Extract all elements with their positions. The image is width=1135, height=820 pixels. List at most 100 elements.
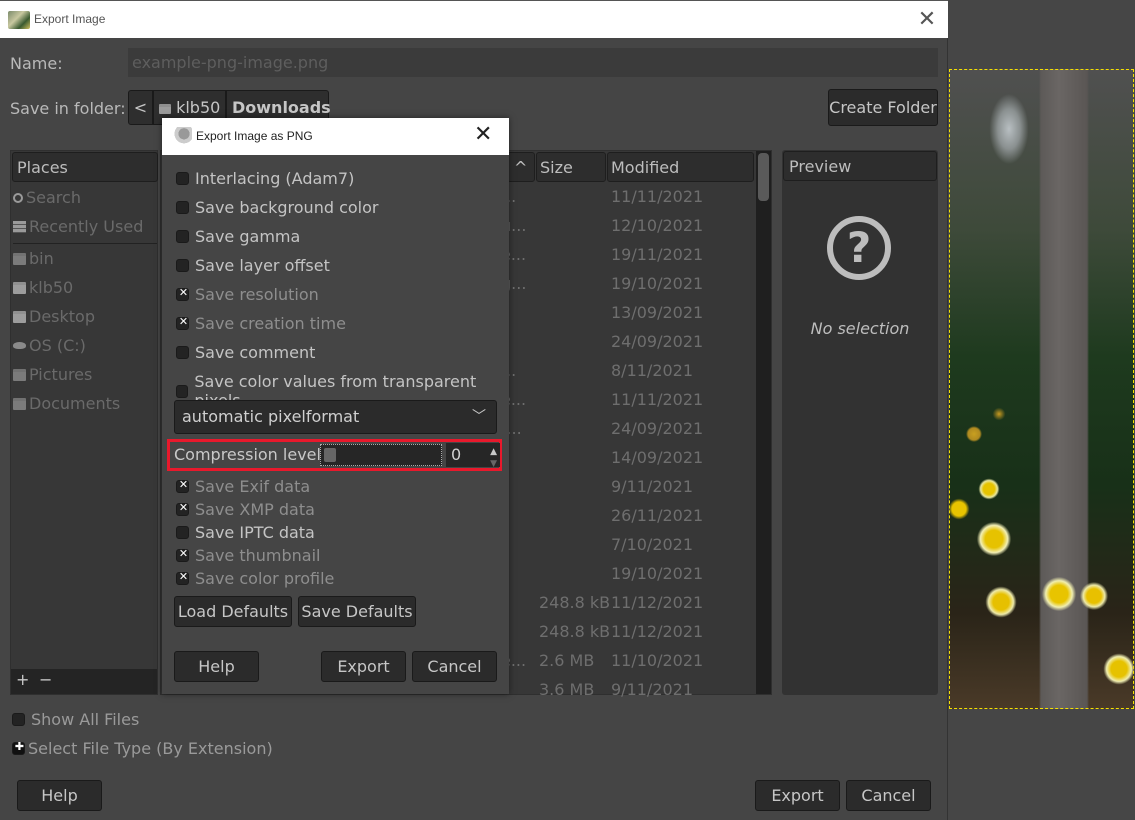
places-toolbar: + − <box>11 669 157 694</box>
path-segment-label: klb50 <box>176 98 221 117</box>
checkbox-icon <box>176 478 190 493</box>
folder-icon <box>13 368 26 381</box>
save-defaults-button[interactable]: Save Defaults <box>298 596 416 627</box>
file-size: 248.8 kB <box>539 593 611 612</box>
checkbox-label: Save creation time <box>195 314 346 333</box>
file-modified: 12/10/2021 <box>611 216 704 235</box>
chevron-left-icon: < <box>133 98 148 117</box>
scrollbar-thumb[interactable] <box>758 153 769 201</box>
place-recently-used[interactable]: Recently Used <box>13 217 143 236</box>
png-option-checkbox[interactable]: Save layer offset <box>176 256 330 275</box>
spinner-value: 0 <box>451 445 462 464</box>
file-modified: 7/10/2021 <box>611 535 694 554</box>
checkbox-label: Save comment <box>195 343 316 362</box>
png-option-checkbox[interactable]: Save background color <box>176 198 378 217</box>
sort-ascending-icon[interactable]: ^ <box>507 152 535 182</box>
select-file-type-expander[interactable]: Select File Type (By Extension) <box>12 739 273 758</box>
checkbox-icon <box>176 259 189 272</box>
create-folder-button[interactable]: Create Folder <box>828 89 938 126</box>
places-sidebar: Places Search Recently Used bin klb50 De… <box>10 150 158 695</box>
save-in-folder-label: Save in folder: <box>10 99 126 118</box>
place-documents[interactable]: Documents <box>13 394 120 413</box>
file-size: 248.8 kB <box>539 622 611 641</box>
checkbox-icon <box>12 713 25 726</box>
checkbox-label: Save Exif data <box>195 477 311 496</box>
png-help-button[interactable]: Help <box>174 651 259 682</box>
file-modified: 11/12/2021 <box>611 593 704 612</box>
main-help-button[interactable]: Help <box>17 780 102 811</box>
recent-icon <box>13 220 26 233</box>
checkbox-icon <box>176 172 189 185</box>
dropdown-value: automatic pixelformat <box>182 407 360 426</box>
main-cancel-button[interactable]: Cancel <box>846 780 931 811</box>
folder-icon <box>13 310 26 323</box>
png-option-checkbox[interactable]: Save resolution <box>176 285 319 304</box>
checkbox-icon <box>176 501 190 516</box>
checkbox-label: Save resolution <box>195 285 319 304</box>
png-option-checkbox[interactable]: Save creation time <box>176 314 346 333</box>
png-option-checkbox[interactable]: Save comment <box>176 343 315 362</box>
file-modified: 8/11/2021 <box>611 361 694 380</box>
gimp-wilber-icon <box>172 127 192 144</box>
place-bin[interactable]: bin <box>13 249 54 268</box>
compression-level-row: Compression level: 0 ▲ ▼ <box>167 439 502 471</box>
png-dialog-title: Export Image as PNG <box>196 129 313 143</box>
place-desktop[interactable]: Desktop <box>13 307 95 326</box>
main-export-button[interactable]: Export <box>755 780 840 811</box>
place-search[interactable]: Search <box>13 188 81 207</box>
path-back-button[interactable]: < <box>128 90 153 125</box>
search-icon <box>13 192 23 203</box>
pixelformat-dropdown[interactable]: automatic pixelformat ﹀ <box>174 400 497 434</box>
png-option-checkbox[interactable]: Save gamma <box>176 227 300 246</box>
close-icon[interactable]: ✕ <box>474 122 492 147</box>
file-list-scrollbar[interactable] <box>756 151 771 694</box>
png-cancel-button[interactable]: Cancel <box>412 651 497 682</box>
checkbox-label: Save thumbnail <box>195 546 321 565</box>
checkbox-icon <box>176 315 190 330</box>
column-header-modified[interactable]: Modified <box>607 152 754 182</box>
slider-handle[interactable] <box>324 448 336 462</box>
place-klb50[interactable]: klb50 <box>13 278 73 297</box>
png-export-button[interactable]: Export <box>321 651 406 682</box>
file-modified: 11/10/2021 <box>611 651 704 670</box>
remove-bookmark-button[interactable]: − <box>39 670 52 689</box>
metadata-option-checkbox[interactable]: Save IPTC data <box>176 523 315 542</box>
folder-icon <box>13 397 26 410</box>
metadata-option-checkbox[interactable]: Save Exif data <box>176 477 310 496</box>
place-label: OS (C:) <box>29 336 86 355</box>
checkbox-icon <box>176 286 190 301</box>
expander-plus-icon <box>12 740 26 755</box>
no-selection-text: No selection <box>810 319 910 338</box>
checkbox-icon <box>176 384 189 398</box>
file-modified: 13/09/2021 <box>611 303 704 322</box>
name-label: Name: <box>10 54 63 73</box>
metadata-option-checkbox[interactable]: Save thumbnail <box>176 546 321 565</box>
compression-level-slider[interactable] <box>320 444 442 466</box>
question-mark-icon: ? <box>827 216 891 280</box>
add-bookmark-button[interactable]: + <box>16 670 29 689</box>
file-modified: 11/11/2021 <box>611 390 704 409</box>
close-icon[interactable]: ✕ <box>913 7 941 33</box>
place-os-drive[interactable]: OS (C:) <box>13 336 86 355</box>
folder-icon <box>13 281 26 294</box>
metadata-option-checkbox[interactable]: Save color profile <box>176 569 334 588</box>
metadata-option-checkbox[interactable]: Save XMP data <box>176 500 315 519</box>
checkbox-label: Show All Files <box>31 710 140 729</box>
compression-level-label: Compression level: <box>174 445 327 464</box>
file-modified: 24/09/2021 <box>611 332 704 351</box>
place-label: Recently Used <box>29 217 144 236</box>
filename-input[interactable] <box>128 48 938 77</box>
checkbox-label: Save background color <box>195 198 379 217</box>
file-modified: 26/11/2021 <box>611 506 704 525</box>
places-header[interactable]: Places <box>12 152 158 182</box>
show-all-files-checkbox[interactable]: Show All Files <box>12 710 139 729</box>
place-pictures[interactable]: Pictures <box>13 365 92 384</box>
spin-down-icon[interactable]: ▼ <box>490 452 497 476</box>
checkbox-label: Save XMP data <box>195 500 315 519</box>
checkbox-icon <box>176 570 190 585</box>
compression-level-spinner[interactable]: 0 ▲ ▼ <box>446 443 500 469</box>
png-option-checkbox[interactable]: Interlacing (Adam7) <box>176 169 354 188</box>
load-defaults-button[interactable]: Load Defaults <box>174 596 292 627</box>
checkbox-label: Save IPTC data <box>195 523 315 542</box>
column-header-size[interactable]: Size <box>536 152 606 182</box>
